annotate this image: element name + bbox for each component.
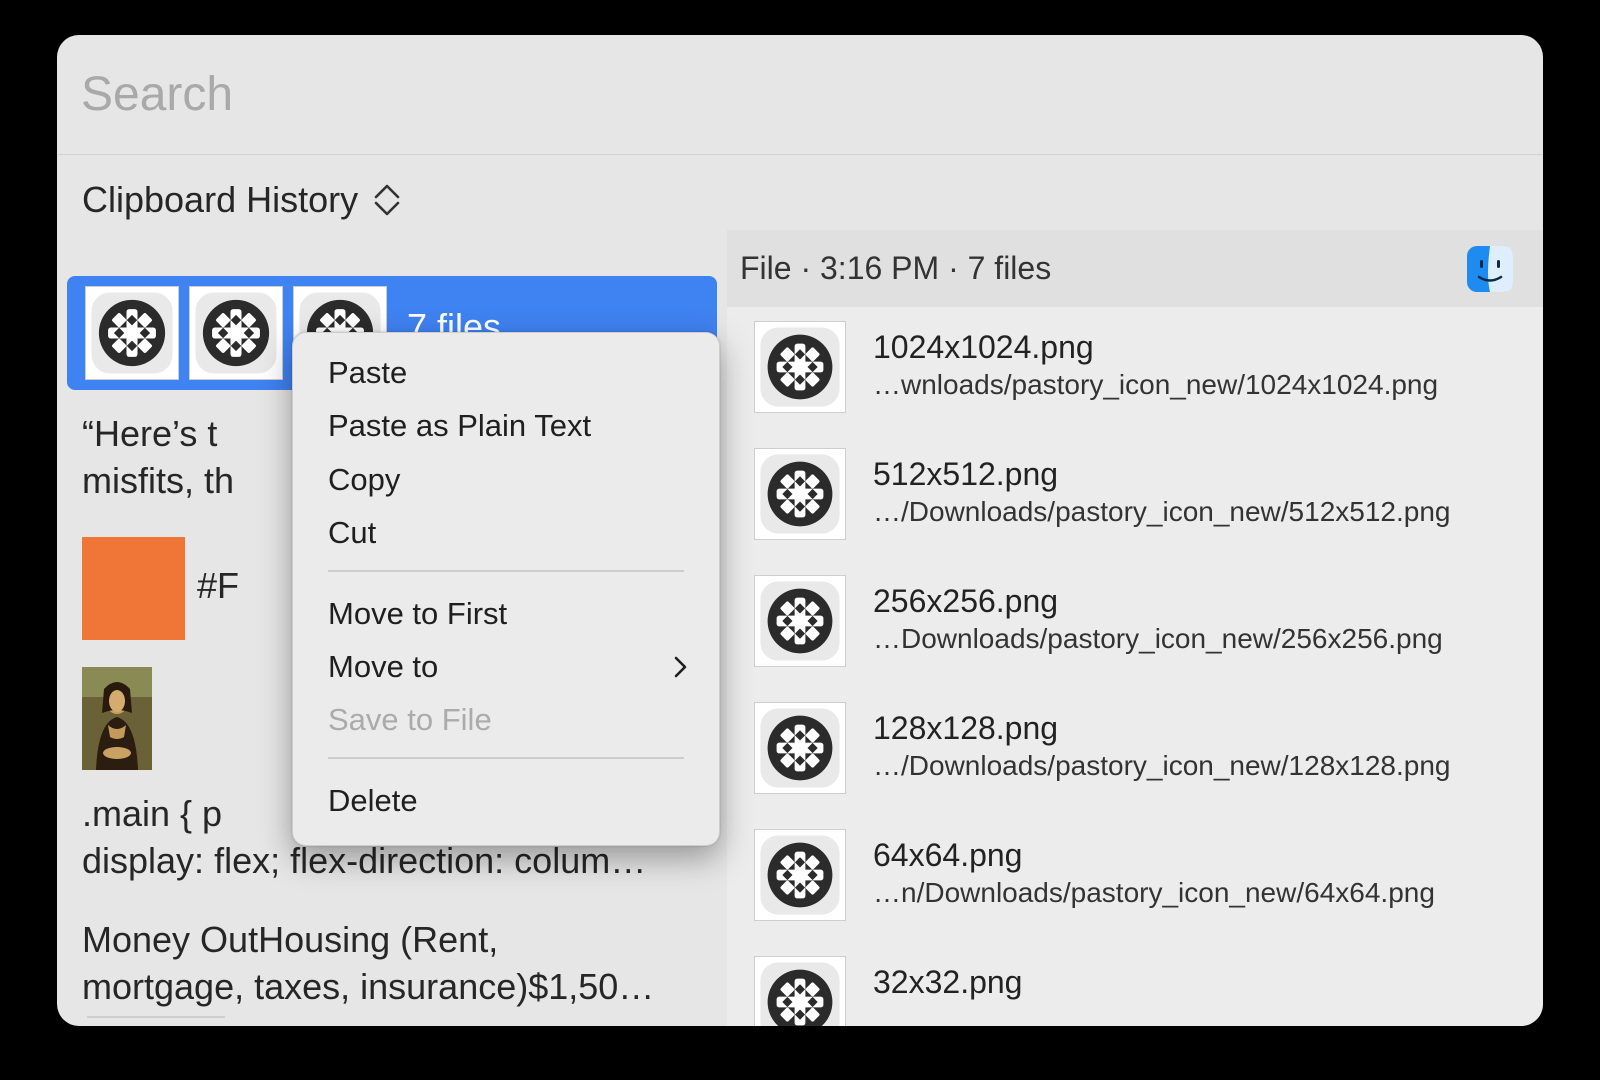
menu-item-move-to-label: Move to [328,649,439,684]
file-path: …/Downloads/pastory_icon_new/512x512.png [873,496,1451,527]
up-down-chevron-icon [374,184,400,216]
detail-header-text: File · 3:16 PM · 7 files [740,250,1052,286]
menu-item-copy[interactable]: Copy [328,457,688,503]
color-hex-label: #F [197,565,240,606]
pastory-app-icon [190,287,282,379]
file-thumbnail [85,286,179,380]
file-name: 64x64.png [873,837,1023,873]
source-label: Clipboard History [82,179,359,220]
file-name: 512x512.png [873,456,1059,492]
search-bar [57,35,1543,155]
clipboard-window: Clipboard History 7 files “Here’s t misf… [57,35,1543,1026]
file-thumbnail [754,829,846,921]
source-selector[interactable]: Clipboard History [82,170,402,230]
file-row[interactable]: 512x512.png …/Downloads/pastory_icon_new… [727,448,1543,575]
context-menu: Paste Paste as Plain Text Copy Cut Move … [292,332,720,846]
pastory-app-icon [755,576,845,666]
file-path: …/Downloads/pastory_icon_new/128x128.png [873,750,1451,781]
file-thumbnail [754,448,846,540]
menu-item-delete[interactable]: Delete [328,778,688,824]
pastory-app-icon [755,830,845,920]
pastory-app-icon [755,703,845,793]
pastory-app-icon [755,957,845,1026]
detail-header: File · 3:16 PM · 7 files [727,230,1543,307]
file-row[interactable]: 128x128.png …/Downloads/pastory_icon_new… [727,702,1543,829]
menu-item-paste[interactable]: Paste [328,350,688,396]
file-row[interactable]: 64x64.png …n/Downloads/pastory_icon_new/… [727,829,1543,956]
file-name: 32x32.png [873,964,1023,1000]
chevron-right-icon [674,656,687,678]
file-row[interactable]: 32x32.png [727,956,1543,1026]
menu-separator [328,570,684,572]
menu-separator [328,757,684,759]
mona-lisa-thumbnail[interactable] [82,667,152,770]
file-thumbnail [754,321,846,413]
list-divider [87,1016,225,1018]
file-path: …n/Downloads/pastory_icon_new/64x64.png [873,877,1435,908]
file-name: 256x256.png [873,583,1059,619]
file-name: 128x128.png [873,710,1059,746]
pastory-app-icon [86,287,178,379]
file-path: …wnloads/pastory_icon_new/1024x1024.png [873,369,1439,400]
menu-item-paste-plain-text[interactable]: Paste as Plain Text [328,403,688,449]
file-thumbnail [754,575,846,667]
history-item-money-line1[interactable]: Money OutHousing (Rent, [82,916,692,963]
file-thumbnail [754,702,846,794]
menu-item-save-to-file: Save to File [328,702,492,737]
file-row[interactable]: 1024x1024.png …wnloads/pastory_icon_new/… [727,321,1543,448]
finder-icon[interactable] [1467,246,1513,292]
menu-item-move-to-first[interactable]: Move to First [328,591,688,637]
file-thumbnail [189,286,283,380]
search-input[interactable] [81,61,1461,127]
pastory-app-icon [755,322,845,412]
detail-panel: File · 3:16 PM · 7 files 1024x1024.png …… [727,230,1543,1026]
file-name: 1024x1024.png [873,329,1094,365]
history-item-money-line2[interactable]: mortgage, taxes, insurance)$1,50… [82,963,692,1010]
file-row[interactable]: 256x256.png …Downloads/pastory_icon_new/… [727,575,1543,702]
pastory-app-icon [755,449,845,539]
file-path: …Downloads/pastory_icon_new/256x256.png [873,623,1443,654]
color-swatch[interactable] [82,537,185,640]
menu-item-cut[interactable]: Cut [328,510,688,556]
file-thumbnail [754,956,846,1026]
menu-item-move-to[interactable]: Move to [328,644,688,690]
